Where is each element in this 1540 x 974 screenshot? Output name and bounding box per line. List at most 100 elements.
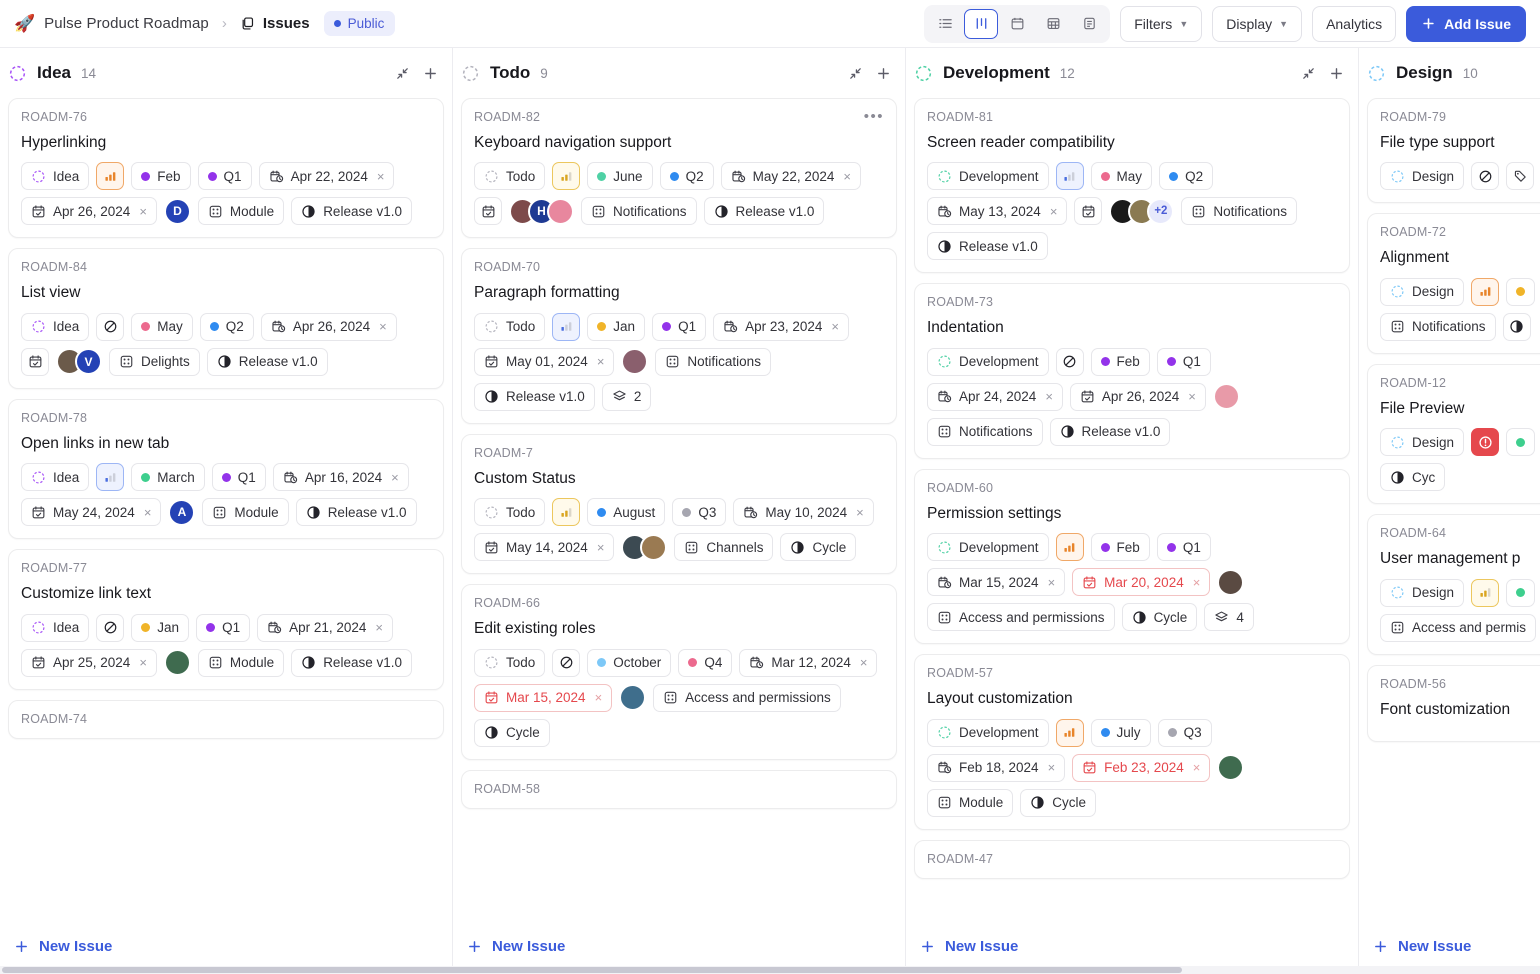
start-date-chip[interactable]: Apr 21, 2024 ×	[257, 613, 393, 642]
start-date-chip[interactable]: Apr 24, 2024 ×	[927, 382, 1063, 411]
priority-none-chip[interactable]	[1055, 347, 1084, 376]
column-cards[interactable]: ROADM-81 Screen reader compatibility Dev…	[906, 98, 1358, 918]
issue-card[interactable]: ROADM-12 File Preview Design May 31, 202…	[1367, 363, 1540, 505]
priority-low-chip[interactable]	[1055, 162, 1084, 191]
avatar[interactable]	[163, 649, 191, 676]
remove-icon[interactable]: ×	[831, 319, 839, 334]
attribute-chip[interactable]: Q1	[211, 463, 266, 492]
issue-card[interactable]: ROADM-79 File type support Design Notifi…	[1367, 98, 1540, 204]
start-date-chip[interactable]: May 13, 2024 ×	[927, 197, 1068, 226]
remove-icon[interactable]: ×	[379, 319, 387, 334]
attribute-chip[interactable]: Q1	[652, 312, 707, 341]
priority-none-chip[interactable]	[552, 648, 581, 677]
module-chip[interactable]: Notifications	[655, 347, 771, 376]
module-chip[interactable]: Access and permissions	[927, 603, 1115, 632]
attribute-chip[interactable]: March	[131, 463, 205, 492]
avatar[interactable]: A	[168, 498, 196, 526]
attribute-chip[interactable]: Q2	[1159, 162, 1214, 191]
attribute-chip[interactable]: July	[1090, 718, 1151, 747]
label-chip[interactable]	[1506, 162, 1535, 191]
cycle-chip[interactable]: Release v1.0	[703, 197, 825, 226]
module-chip[interactable]: Notifications	[927, 417, 1043, 446]
module-chip[interactable]: Notifications	[581, 197, 697, 226]
module-chip[interactable]: Module	[927, 788, 1014, 817]
assignee-avatars[interactable]: D	[163, 197, 191, 225]
remove-icon[interactable]: ×	[1188, 389, 1196, 404]
state-chip[interactable]: Idea	[21, 162, 90, 191]
assignee-avatars[interactable]	[621, 533, 668, 561]
remove-icon[interactable]: ×	[860, 655, 868, 670]
more-options-icon[interactable]: •••	[864, 109, 884, 124]
priority-high-chip[interactable]	[96, 162, 125, 191]
avatar[interactable]	[619, 684, 647, 711]
issue-card[interactable]: ROADM-70 Paragraph formatting Todo Jan Q…	[461, 248, 897, 424]
column-cards[interactable]: ROADM-82 ••• Keyboard navigation support…	[453, 98, 905, 918]
attribute-chip[interactable]	[1506, 578, 1536, 607]
issue-card[interactable]: ROADM-72 Alignment Design Apr 29, 2024 ×…	[1367, 213, 1540, 354]
state-chip[interactable]: Idea	[21, 613, 90, 642]
cycle-chip[interactable]: Cyc	[1380, 463, 1446, 492]
due-date-chip[interactable]: Mar 20, 2024 ×	[1072, 568, 1211, 597]
due-date-chip[interactable]: Mar 15, 2024 ×	[474, 683, 613, 712]
cycle-chip[interactable]: Release v1.0	[927, 232, 1048, 261]
state-chip[interactable]: Design	[1380, 277, 1465, 306]
analytics-button[interactable]: Analytics	[1312, 5, 1397, 42]
module-chip[interactable]: Channels	[674, 533, 774, 562]
priority-high-chip[interactable]	[1471, 277, 1500, 306]
assignee-avatars[interactable]	[1217, 568, 1245, 596]
attribute-chip[interactable]: Q1	[1156, 533, 1211, 562]
attribute-chip[interactable]: Feb	[1090, 347, 1150, 376]
remove-icon[interactable]: ×	[595, 690, 603, 705]
due-date-empty-chip[interactable]	[21, 347, 49, 376]
state-chip[interactable]: Development	[927, 533, 1049, 562]
state-chip[interactable]: Idea	[21, 312, 90, 341]
priority-medium-chip[interactable]	[1471, 578, 1500, 607]
assignee-avatars[interactable]	[1212, 383, 1240, 411]
attribute-chip[interactable]	[1506, 277, 1536, 306]
attribute-chip[interactable]: May	[1090, 162, 1153, 191]
start-date-chip[interactable]: Apr 16, 2024 ×	[272, 463, 409, 492]
attribute-chip[interactable]: Q4	[678, 648, 733, 677]
priority-none-chip[interactable]	[96, 613, 125, 642]
module-chip[interactable]: Module	[202, 498, 289, 527]
issue-card[interactable]: ROADM-74	[8, 699, 444, 739]
state-chip[interactable]: Development	[927, 347, 1049, 376]
cycle-chip[interactable]: Release v1.0	[474, 382, 595, 411]
add-card-button[interactable]	[1329, 66, 1344, 81]
attribute-chip[interactable]: Jan	[131, 613, 190, 642]
remove-icon[interactable]: ×	[391, 470, 399, 485]
collapse-column-button[interactable]	[395, 66, 410, 81]
column-cards[interactable]: ROADM-79 File type support Design Notifi…	[1359, 98, 1540, 918]
issue-card[interactable]: ROADM-78 Open links in new tab Idea Marc…	[8, 398, 444, 540]
attribute-chip[interactable]: May	[131, 312, 193, 341]
start-date-chip[interactable]: May 10, 2024 ×	[733, 498, 874, 527]
priority-urgent-chip[interactable]	[1471, 428, 1500, 457]
issue-card[interactable]: ROADM-66 Edit existing roles Todo Octobe…	[461, 584, 897, 760]
state-chip[interactable]: Design	[1380, 162, 1465, 191]
priority-low-chip[interactable]	[552, 312, 581, 341]
due-date-empty-chip[interactable]	[474, 197, 502, 226]
due-date-chip[interactable]: Apr 26, 2024 ×	[21, 197, 157, 226]
state-chip[interactable]: Design	[1380, 578, 1465, 607]
cycle-chip[interactable]: Cycle	[474, 718, 550, 747]
state-chip[interactable]: Todo	[474, 498, 546, 527]
avatar[interactable]	[547, 197, 574, 225]
avatar[interactable]	[621, 348, 649, 376]
attribute-chip[interactable]	[1506, 428, 1536, 457]
assignee-avatars[interactable]	[621, 348, 649, 376]
priority-low-chip[interactable]	[96, 463, 125, 492]
assignee-avatars[interactable]: +2	[1109, 197, 1175, 225]
attribute-chip[interactable]: August	[587, 498, 666, 527]
add-issue-button[interactable]: Add Issue	[1406, 5, 1526, 42]
start-date-chip[interactable]: Mar 15, 2024 ×	[927, 568, 1066, 597]
collapse-column-button[interactable]	[1301, 66, 1316, 81]
module-chip[interactable]: Notifications	[1181, 197, 1297, 226]
attribute-chip[interactable]: Q3	[1157, 718, 1212, 747]
remove-icon[interactable]: ×	[1048, 760, 1056, 775]
avatar[interactable]	[1217, 568, 1245, 596]
remove-icon[interactable]: ×	[139, 655, 147, 670]
attribute-chip[interactable]: Feb	[1090, 533, 1150, 562]
module-chip[interactable]: Access and permissions	[653, 683, 841, 712]
start-date-chip[interactable]: Apr 26, 2024 ×	[260, 312, 397, 341]
start-date-chip[interactable]: Feb 18, 2024 ×	[927, 753, 1066, 782]
